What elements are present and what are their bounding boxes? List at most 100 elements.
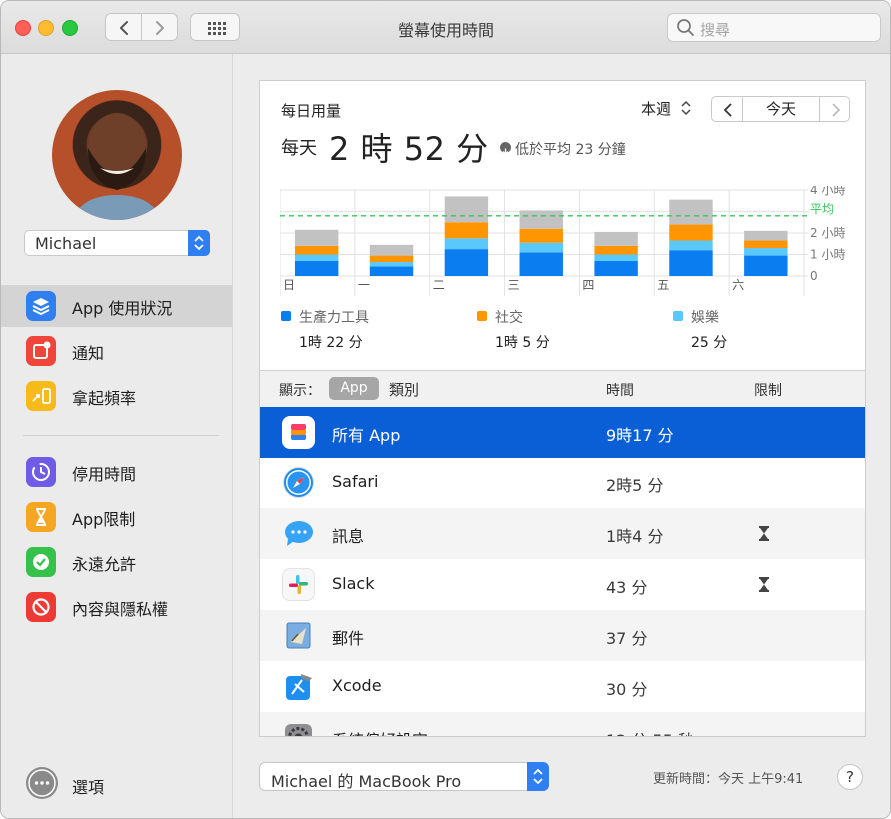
device-select[interactable]: Michael 的 MacBook Pro xyxy=(259,762,549,791)
table-row[interactable]: 訊息 1時4 分 xyxy=(260,508,865,559)
sidebar-item-pickups[interactable]: 拿起頻率 xyxy=(1,375,232,417)
sidebar-item-notifications[interactable]: 通知 xyxy=(1,330,232,372)
layers-icon xyxy=(26,291,56,321)
bar-segment xyxy=(294,229,339,246)
legend-value: 1時 22 分 xyxy=(299,335,363,351)
system-prefs-icon xyxy=(282,721,315,736)
today-button[interactable]: 今天 xyxy=(743,96,819,122)
person-photo-icon xyxy=(72,113,162,220)
last-updated: 更新時間：今天 上午9:41 xyxy=(653,772,804,787)
bar-segment xyxy=(669,250,713,276)
show-label: 顯示： xyxy=(279,383,321,399)
next-period-button[interactable] xyxy=(819,96,850,122)
table-row[interactable]: Xcode 30 分 xyxy=(260,661,865,712)
hourglass-limit-icon xyxy=(759,526,769,541)
bar-segment xyxy=(744,240,788,249)
table-row[interactable]: Slack 43 分 xyxy=(260,559,865,610)
sidebar-item-content-privacy[interactable]: 內容與隱私權 xyxy=(1,586,232,628)
sidebar-item-app-limits[interactable]: App限制 xyxy=(1,496,232,538)
y-tick-label: 2 小時 xyxy=(810,226,845,240)
hourglass-limit-icon xyxy=(759,577,769,592)
forward-button[interactable] xyxy=(142,13,178,41)
bar-segment xyxy=(669,240,713,251)
bar-segment xyxy=(369,262,414,267)
table-row[interactable]: 郵件 37 分 xyxy=(260,610,865,661)
sidebar-item-label: 永遠允許 xyxy=(72,555,137,574)
zoom-window-button[interactable] xyxy=(62,20,78,36)
table-row[interactable]: 系統偏好設定 12 分 55 秒 xyxy=(260,712,865,736)
notification-icon xyxy=(26,336,56,366)
chevron-right-icon xyxy=(156,21,164,35)
per-day-label: 每天 xyxy=(281,138,317,159)
y-tick-label: 1 小時 xyxy=(810,248,845,262)
sidebar-item-label: 停用時間 xyxy=(72,465,137,484)
range-select[interactable]: 本週 xyxy=(641,98,671,119)
x-tick-label: 五 xyxy=(657,278,669,292)
bar-segment xyxy=(519,252,563,276)
search-icon xyxy=(677,19,694,36)
window-title: 螢幕使用時間 xyxy=(397,21,494,40)
x-tick-label: 二 xyxy=(433,278,445,292)
app-name: 所有 App xyxy=(332,426,401,445)
bar-segment xyxy=(369,255,414,263)
search-field[interactable]: 搜尋 xyxy=(667,13,881,42)
sidebar-item-always-allowed[interactable]: 永遠允許 xyxy=(1,541,232,583)
app-name: 系統偏好設定 xyxy=(332,727,428,736)
select-arrows-icon xyxy=(527,762,549,791)
app-time: 9時17 分 xyxy=(606,426,674,445)
user-select[interactable]: Michael xyxy=(24,230,210,256)
legend-label: 社交 xyxy=(495,310,523,326)
bar-segment xyxy=(294,260,339,276)
sidebar-item-label: App限制 xyxy=(72,510,136,529)
mail-icon xyxy=(282,619,315,652)
app-name: Safari xyxy=(332,472,379,491)
average-label: 平均 xyxy=(810,202,834,216)
segment-app[interactable]: App xyxy=(329,377,379,400)
app-time: 12 分 55 秒 xyxy=(606,727,694,736)
slack-icon xyxy=(282,568,315,601)
app-name: 郵件 xyxy=(332,629,365,648)
options-label[interactable]: 選項 xyxy=(72,774,104,798)
pickup-icon xyxy=(26,381,56,411)
app-time: 37 分 xyxy=(606,629,648,648)
app-name: Xcode xyxy=(332,676,382,695)
daily-usage-chart: 日 一 二 三 四 五 六 平均 4 小時 2 小時 1 小時 0 xyxy=(280,186,845,296)
column-limit[interactable]: 限制 xyxy=(754,380,782,400)
help-button[interactable]: ? xyxy=(837,764,863,790)
sidebar-item-downtime[interactable]: 停用時間 xyxy=(1,451,232,493)
all-apps-icon xyxy=(282,416,315,449)
show-all-button[interactable] xyxy=(190,13,240,41)
bar-segment xyxy=(519,210,563,229)
sidebar-item-label: 通知 xyxy=(72,344,105,363)
bar-segment xyxy=(369,244,414,256)
segment-category[interactable]: 類別 xyxy=(389,379,419,400)
bar-segment xyxy=(594,231,638,246)
chevron-left-icon xyxy=(120,21,128,35)
options-icon[interactable] xyxy=(26,767,58,799)
x-tick-label: 三 xyxy=(508,278,520,292)
search-placeholder: 搜尋 xyxy=(700,21,731,39)
table-row[interactable]: 所有 App 9時17 分 xyxy=(260,407,865,458)
table-row[interactable]: Safari 2時5 分 xyxy=(260,457,865,508)
bar-segment xyxy=(444,238,489,250)
app-time: 30 分 xyxy=(606,680,648,699)
close-window-button[interactable] xyxy=(15,20,31,36)
back-button[interactable] xyxy=(105,13,142,41)
chevron-left-icon xyxy=(723,103,732,117)
user-avatar xyxy=(52,90,182,220)
bar-segment xyxy=(669,199,713,225)
safari-icon xyxy=(282,466,315,499)
minimize-window-button[interactable] xyxy=(38,20,54,36)
title-bar: 螢幕使用時間 搜尋 xyxy=(1,1,890,54)
y-tick-label: 4 小時 xyxy=(810,186,845,197)
legend-label: 生產力工具 xyxy=(299,310,369,326)
down-arrow-icon xyxy=(500,142,511,155)
sidebar-item-app-usage[interactable]: App 使用狀況 xyxy=(1,285,232,327)
column-time[interactable]: 時間 xyxy=(606,380,634,400)
previous-period-button[interactable] xyxy=(711,96,743,122)
legend-swatch-entertainment xyxy=(673,311,683,321)
device-select-value: Michael 的 MacBook Pro xyxy=(271,772,462,791)
hourglass-icon xyxy=(26,502,56,532)
user-select-value: Michael xyxy=(35,234,97,253)
legend-swatch-social xyxy=(477,311,487,321)
